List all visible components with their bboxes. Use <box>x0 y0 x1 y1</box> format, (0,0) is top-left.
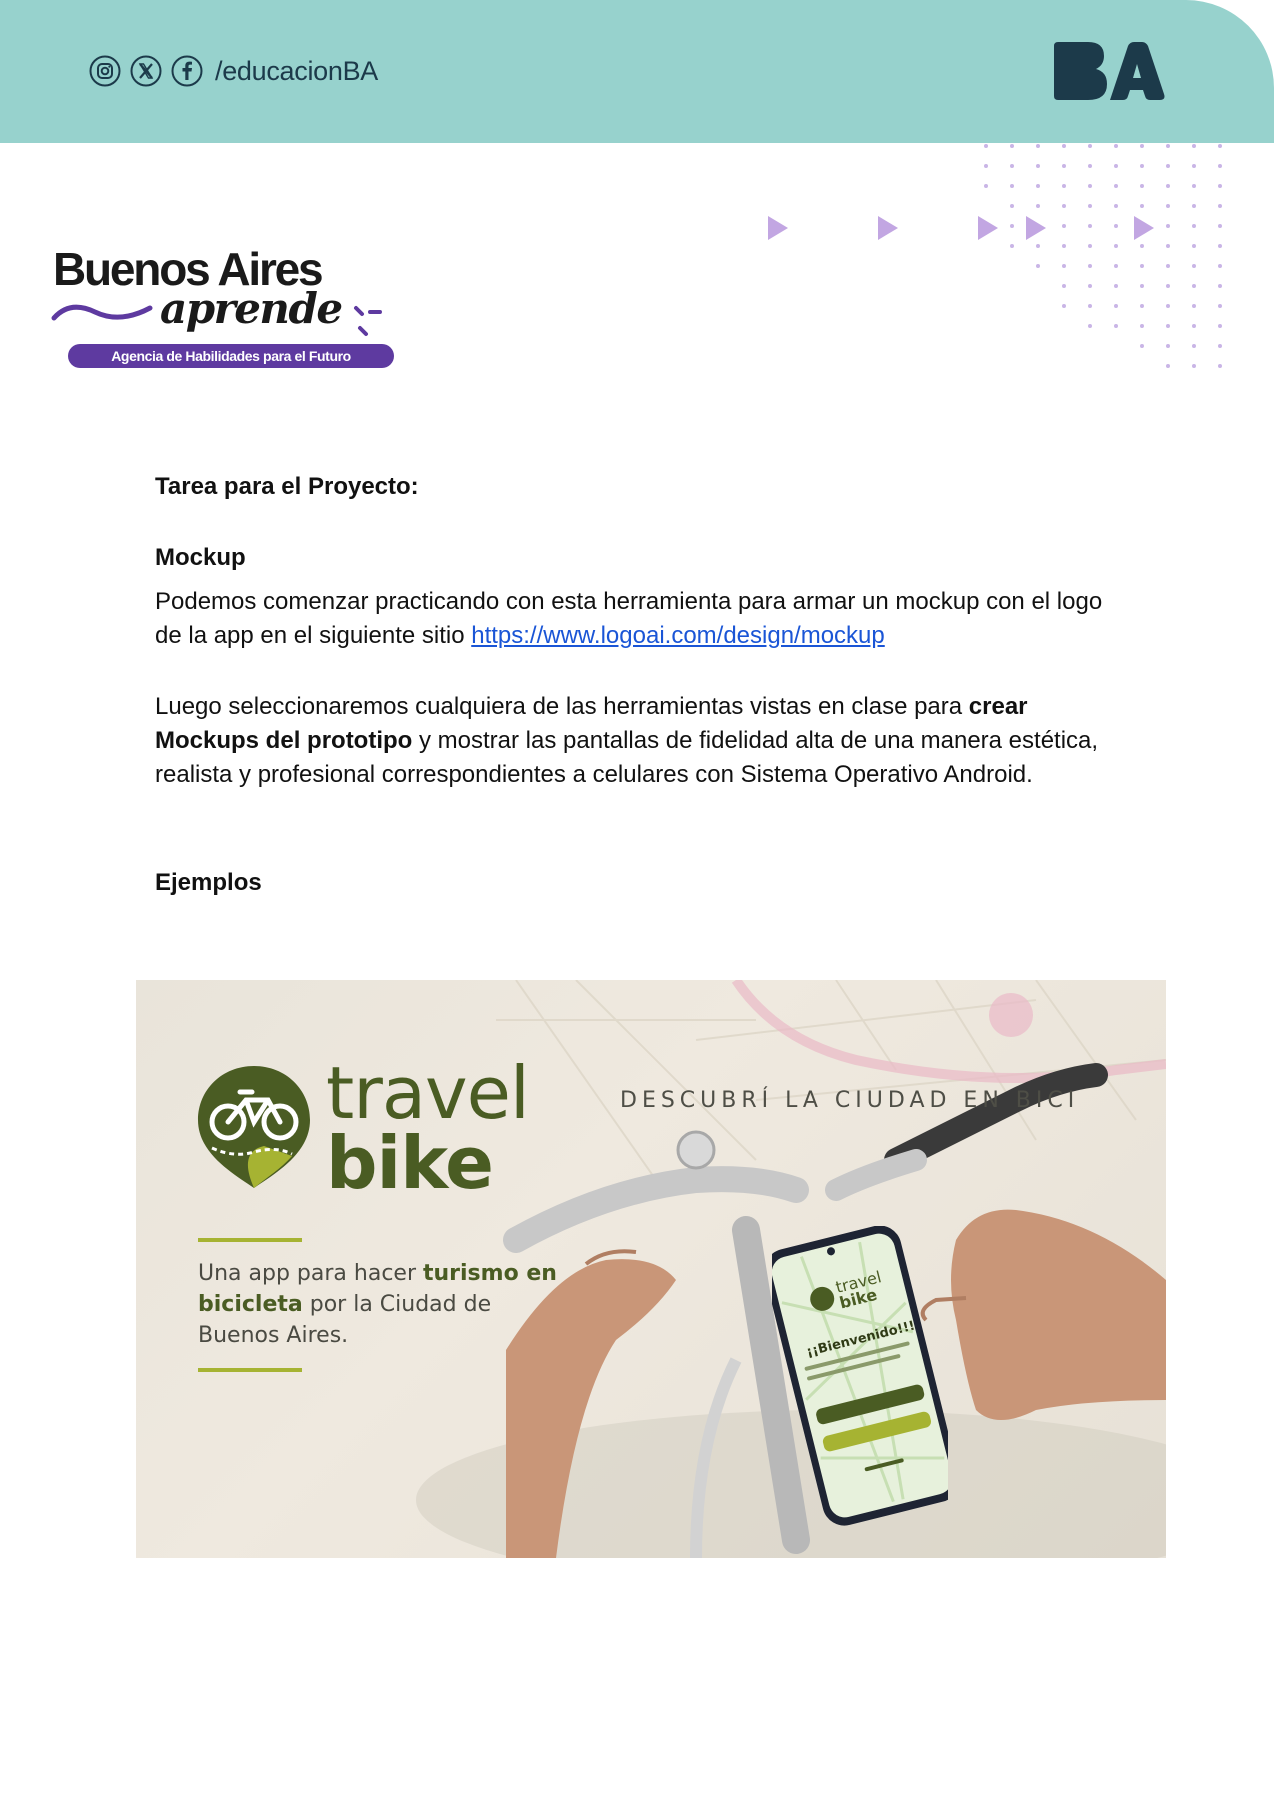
agency-logo-script: aprende <box>160 284 343 333</box>
dot-pattern <box>984 144 1222 368</box>
triangle-decoration <box>768 216 1154 240</box>
example-tagline: DESCUBRÍ LA CIUDAD EN BICI <box>620 1088 1080 1113</box>
divider-bottom <box>198 1368 302 1372</box>
social-handle[interactable]: /educacionBA <box>215 56 378 87</box>
divider-top <box>198 1238 302 1242</box>
instagram-icon[interactable] <box>89 55 121 87</box>
example-mockup-image: travel bike DESCUBRÍ LA CIUDAD EN BICI U… <box>136 980 1166 1558</box>
blurb-text-a: Una app para hacer <box>198 1261 423 1286</box>
travel-bike-logo-icon <box>198 1066 310 1188</box>
brand-line-bike: bike <box>326 1121 494 1205</box>
mockup-heading: Mockup <box>155 544 246 571</box>
header-band: /educacionBA <box>0 0 1274 143</box>
agency-logo: Buenos Aires aprende Agencia de Habilida… <box>50 240 394 370</box>
prototype-paragraph: Luego seleccionaremos cualquiera de las … <box>155 690 1115 792</box>
task-heading: Tarea para el Proyecto: <box>155 473 419 500</box>
brand-line-travel: travel <box>326 1051 530 1135</box>
phone-mockup: travel bike ¡¡Bienvenido!!! <box>772 1226 948 1526</box>
agency-subtitle: Agencia de Habilidades para el Futuro <box>68 344 394 368</box>
mockup-link[interactable]: https://www.logoai.com/design/mockup <box>471 622 885 649</box>
mockup-paragraph: Podemos comenzar practicando con esta he… <box>155 585 1135 653</box>
sparkle-icon <box>354 306 382 336</box>
prototype-paragraph-text-a: Luego seleccionaremos cualquiera de las … <box>155 693 969 720</box>
swoosh-icon <box>51 304 153 321</box>
examples-heading: Ejemplos <box>155 869 262 896</box>
social-links: /educacionBA <box>89 55 378 87</box>
facebook-icon[interactable] <box>171 55 203 87</box>
example-blurb: Una app para hacer turismo en bicicleta … <box>198 1258 558 1351</box>
travel-bike-wordmark: travel bike <box>326 1051 530 1205</box>
ba-logo <box>1054 42 1165 100</box>
x-icon[interactable] <box>130 55 162 87</box>
